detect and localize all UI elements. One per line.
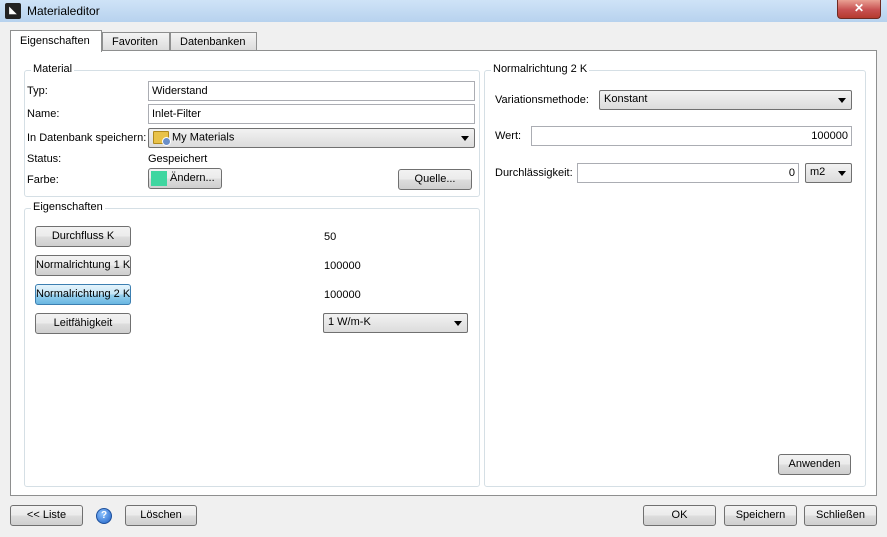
database-select-value: My Materials	[172, 131, 235, 144]
typ-field[interactable]	[148, 81, 475, 101]
database-select[interactable]: My Materials	[148, 128, 475, 148]
eigenschaften-legend: Eigenschaften	[31, 201, 105, 213]
schliessen-button[interactable]: Schließen	[804, 505, 877, 526]
material-legend: Material	[31, 63, 75, 75]
durchlaessigkeit-unit-select[interactable]: m2	[805, 163, 852, 183]
app-logo-icon: ◣	[5, 3, 21, 19]
close-window-button[interactable]: ✕	[837, 0, 881, 19]
chevron-down-icon	[838, 98, 846, 103]
speichern-button[interactable]: Speichern	[724, 505, 797, 526]
title-bar: ◣ Materialeditor ✕	[0, 0, 887, 23]
quelle-button[interactable]: Quelle...	[398, 169, 472, 190]
durchlaessigkeit-field[interactable]	[577, 163, 799, 183]
variationsmethode-select[interactable]: Konstant	[599, 90, 852, 110]
durchlaessigkeit-unit-value: m2	[810, 166, 826, 178]
database-folder-icon	[153, 131, 171, 146]
window-title: Materialeditor	[27, 4, 100, 18]
ok-button[interactable]: OK	[643, 505, 716, 526]
liste-button[interactable]: << Liste	[10, 505, 83, 526]
variationsmethode-select-value: Konstant	[604, 93, 648, 105]
change-color-button[interactable]: Ändern...	[148, 168, 222, 189]
normalrichtung-2k-group: Normalrichtung 2 K Variationsmethode: Ko…	[484, 63, 866, 487]
farbe-label: Farbe:	[27, 174, 59, 186]
wert-label: Wert:	[495, 130, 522, 142]
tab-datenbanken[interactable]: Datenbanken	[170, 32, 257, 50]
normalrichtung-2k-button[interactable]: Normalrichtung 2 K	[35, 284, 131, 305]
tab-eigenschaften[interactable]: Eigenschaften	[10, 30, 102, 52]
chevron-down-icon	[838, 171, 846, 176]
dialog-body: Eigenschaften Favoriten Datenbanken Mate…	[0, 22, 887, 537]
leitfaehigkeit-select-value: 1 W/m-K	[328, 316, 371, 328]
material-group: Material Typ: Name: In Datenbank speiche…	[24, 63, 480, 197]
normalrichtung-2k-value: 100000	[324, 289, 361, 301]
leitfaehigkeit-button[interactable]: Leitfähigkeit	[35, 313, 131, 334]
database-label: In Datenbank speichern:	[27, 132, 147, 144]
tab-panel-eigenschaften: Material Typ: Name: In Datenbank speiche…	[10, 50, 877, 496]
chevron-down-icon	[461, 136, 469, 141]
color-swatch	[151, 170, 167, 186]
typ-label: Typ:	[27, 85, 48, 97]
help-icon[interactable]: ?	[96, 508, 112, 524]
eigenschaften-group: Eigenschaften Durchfluss K 50 Normalrich…	[24, 201, 480, 487]
durchlaessigkeit-label: Durchlässigkeit:	[495, 167, 573, 179]
change-color-label: Ändern...	[170, 172, 215, 184]
wert-field[interactable]	[531, 126, 852, 146]
status-value: Gespeichert	[148, 153, 208, 165]
loeschen-button[interactable]: Löschen	[125, 505, 197, 526]
durchfluss-k-button[interactable]: Durchfluss K	[35, 226, 131, 247]
leitfaehigkeit-select[interactable]: 1 W/m-K	[323, 313, 468, 333]
chevron-down-icon	[454, 321, 462, 326]
status-label: Status:	[27, 153, 62, 165]
tab-favoriten[interactable]: Favoriten	[102, 32, 170, 50]
normalrichtung-1k-value: 100000	[324, 260, 361, 272]
normalrichtung-1k-button[interactable]: Normalrichtung 1 K	[35, 255, 131, 276]
durchfluss-k-value: 50	[324, 231, 337, 243]
anwenden-button[interactable]: Anwenden	[778, 454, 851, 475]
name-label: Name:	[27, 108, 60, 120]
variationsmethode-label: Variationsmethode:	[495, 94, 589, 106]
name-field[interactable]	[148, 104, 475, 124]
normalrichtung-2k-legend: Normalrichtung 2 K	[491, 63, 590, 75]
